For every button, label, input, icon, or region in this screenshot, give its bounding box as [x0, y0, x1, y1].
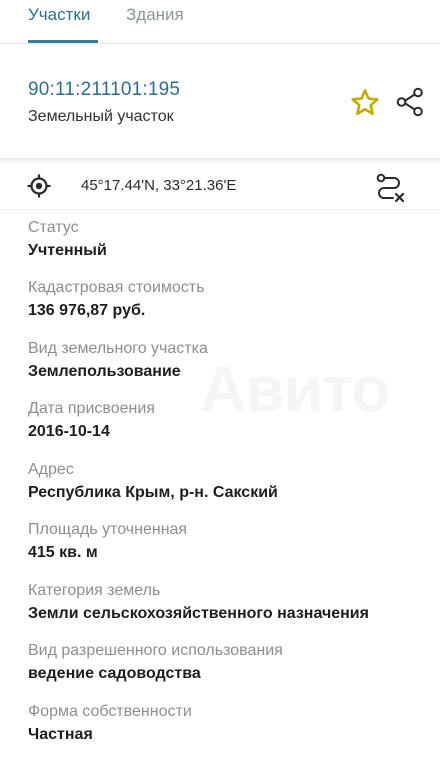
cadastral-number[interactable]: 90:11:211101:195 [28, 78, 180, 102]
field-parcel-kind: Вид земельного участка Землепользование [28, 339, 428, 382]
field-value: Частная [28, 726, 93, 743]
share-icon [396, 87, 423, 117]
field-value: 2016-10-14 [28, 423, 110, 440]
tab-bar: Участки Здания [0, 0, 440, 44]
field-address: Адрес Республика Крым, р-н. Сакский [28, 460, 428, 503]
star-icon [351, 89, 379, 116]
field-land-category: Категория земель Земли сельскохозяйствен… [28, 581, 428, 624]
favorite-button[interactable] [349, 87, 381, 119]
share-button[interactable] [395, 86, 425, 118]
tab-parcels[interactable]: Участки [28, 4, 90, 26]
locate-button[interactable] [27, 174, 51, 198]
field-value: 415 кв. м [28, 544, 98, 561]
coordinates-divider [0, 209, 440, 210]
coordinates-text[interactable]: 45°17.44'N, 33°21.36'E [81, 177, 236, 195]
crosshair-icon [27, 174, 51, 198]
field-label: Площадь уточненная [28, 521, 188, 538]
field-label: Вид разрешенного использования [28, 642, 283, 659]
field-value: Земли сельскохозяйственного назначения [28, 605, 369, 622]
field-label: Вид земельного участка [28, 340, 208, 357]
field-value: Учтенный [28, 242, 107, 259]
field-assignment-date: Дата присвоения 2016-10-14 [28, 399, 428, 442]
field-area: Площадь уточненная 415 кв. м [28, 520, 428, 563]
field-label: Дата присвоения [28, 400, 155, 417]
object-type: Земельный участок [28, 108, 174, 125]
field-value: Республика Крым, р-н. Сакский [28, 484, 278, 501]
field-permitted-use: Вид разрешенного использования ведение с… [28, 641, 428, 684]
tab-buildings[interactable]: Здания [126, 4, 184, 26]
field-status: Статус Учтенный [28, 218, 428, 261]
field-value: ведение садоводства [28, 665, 201, 682]
field-ownership: Форма собственности Частная [28, 702, 428, 745]
field-label: Кадастровая стоимость [28, 279, 205, 296]
field-label: Статус [28, 219, 79, 236]
route-icon [376, 173, 405, 203]
field-label: Категория земель [28, 582, 161, 599]
field-label: Адрес [28, 461, 74, 478]
object-header: 90:11:211101:195 Земельный участок [0, 44, 440, 160]
field-value: Землепользование [28, 363, 181, 380]
field-cadastral-value: Кадастровая стоимость 136 976,87 руб. [28, 278, 428, 321]
route-button[interactable] [374, 171, 406, 203]
field-label: Форма собственности [28, 703, 192, 720]
coordinates-row: 45°17.44'N, 33°21.36'E [0, 162, 440, 210]
field-value: 136 976,87 руб. [28, 302, 146, 319]
